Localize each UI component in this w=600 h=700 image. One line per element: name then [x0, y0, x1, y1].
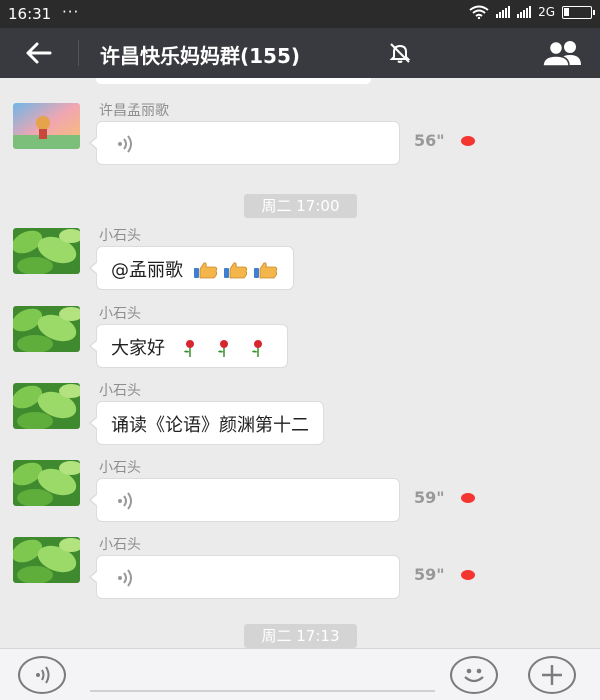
message-input[interactable] [90, 690, 435, 692]
signal-icon [496, 6, 511, 18]
status-icons: 2G [469, 5, 595, 19]
status-time: 16:31 [8, 5, 52, 23]
voice-duration: 59" [414, 565, 445, 584]
voice-wave-icon [118, 492, 132, 510]
message-text: 诵读《论语》颜渊第十二 [111, 415, 309, 436]
voice-input-button[interactable] [18, 656, 66, 694]
notification-dots: ··· [62, 3, 80, 21]
avatar[interactable] [13, 103, 80, 149]
voice-duration: 56" [414, 131, 445, 150]
voice-message-bubble[interactable] [89, 121, 400, 165]
unread-dot [461, 493, 475, 503]
unread-dot [461, 136, 475, 146]
sender-name: 小石头 [99, 228, 141, 244]
timestamp-chip: 周二 17:13 [244, 624, 357, 648]
battery-icon [562, 5, 595, 19]
voice-message-bubble[interactable] [89, 478, 400, 522]
signal-icon [517, 6, 532, 18]
mute-bell-icon [389, 43, 411, 63]
avatar[interactable] [13, 306, 80, 352]
voice-message-bubble[interactable] [89, 555, 400, 599]
text-message-bubble[interactable]: @孟丽歌 [89, 246, 294, 290]
text-message-bubble[interactable]: 诵读《论语》颜渊第十二 [89, 401, 324, 445]
plus-icon [542, 665, 562, 685]
sender-name: 许昌孟丽歌 [99, 103, 169, 119]
status-bar: 16:31 ··· 2G [0, 0, 600, 28]
message-text: 大家好 [111, 338, 165, 359]
thumbs-up-icon [193, 262, 217, 279]
voice-wave-icon [118, 569, 132, 587]
rose-icon [251, 340, 262, 357]
text-message-bubble[interactable]: 大家好 [89, 324, 288, 368]
more-options-button[interactable] [528, 656, 576, 694]
wifi-icon [469, 5, 489, 19]
back-arrow-icon[interactable] [20, 37, 56, 69]
sender-name: 小石头 [99, 383, 141, 399]
thumbs-up-icon [253, 262, 277, 279]
emoji-icon [464, 668, 484, 683]
avatar[interactable] [13, 537, 80, 583]
thumbs-up-icon [223, 262, 247, 279]
input-bar [0, 648, 600, 700]
sender-name: 小石头 [99, 537, 141, 553]
title-divider [78, 40, 79, 66]
chat-area[interactable]: 许昌孟丽歌 56" 周二 17:00 小石头 @孟丽歌 小石头 大家好 小石头 … [0, 78, 600, 648]
rose-icon [183, 340, 194, 357]
sender-name: 小石头 [99, 306, 141, 322]
unread-dot [461, 570, 475, 580]
rose-icon [217, 340, 228, 357]
voice-input-icon [36, 666, 50, 684]
page-title: 许昌快乐妈妈群(155) [100, 44, 301, 68]
avatar[interactable] [13, 383, 80, 429]
previous-message-bubble [96, 78, 371, 84]
message-text: @孟丽歌 [111, 260, 183, 281]
group-members-icon[interactable] [540, 38, 586, 68]
avatar[interactable] [13, 460, 80, 506]
title-bar: 许昌快乐妈妈群(155) [0, 28, 600, 78]
voice-duration: 59" [414, 488, 445, 507]
sender-name: 小石头 [99, 460, 141, 476]
network-type: 2G [538, 5, 555, 19]
emoji-button[interactable] [450, 656, 498, 694]
timestamp-chip: 周二 17:00 [244, 194, 357, 218]
voice-wave-icon [118, 135, 132, 153]
avatar[interactable] [13, 228, 80, 274]
